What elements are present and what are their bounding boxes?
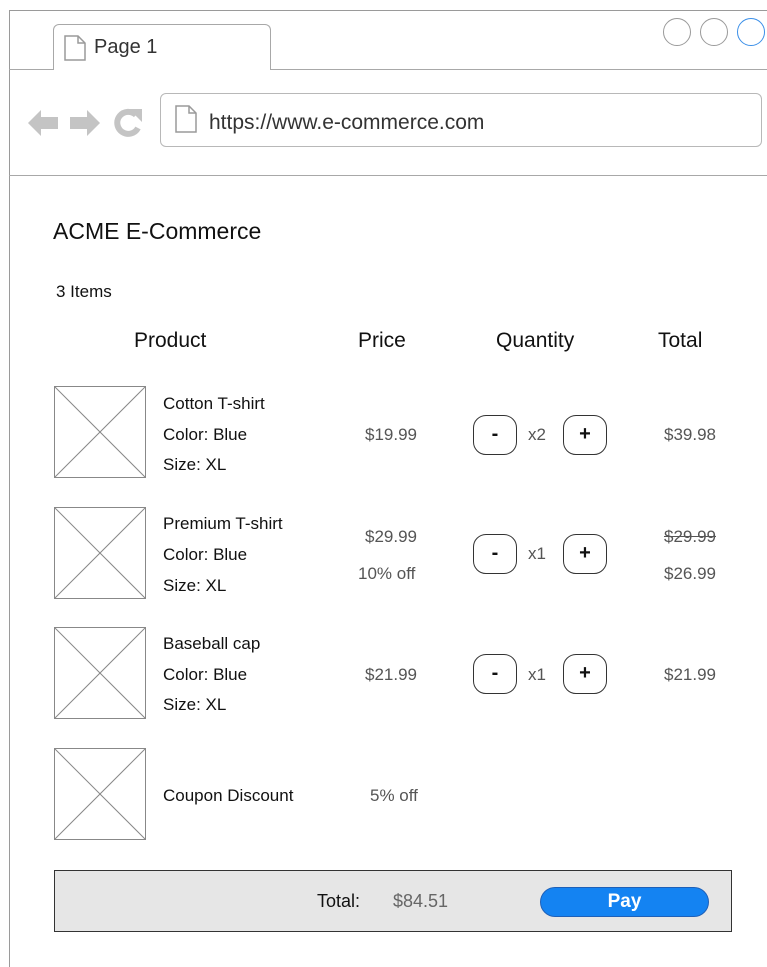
column-header-product: Product xyxy=(134,329,207,352)
product-price: $21.99 xyxy=(365,665,417,684)
item-count: 3 Items xyxy=(56,282,112,301)
product-image-placeholder xyxy=(54,386,146,478)
browser-tab[interactable]: Page 1 xyxy=(53,24,271,70)
column-header-price: Price xyxy=(358,329,406,352)
page-icon xyxy=(64,35,86,61)
product-color: Color: Blue xyxy=(163,545,248,564)
increment-quantity-button[interactable]: + xyxy=(563,415,607,455)
coupon-image-placeholder xyxy=(54,748,146,840)
product-size: Size: XL xyxy=(163,455,227,474)
product-size: Size: XL xyxy=(163,576,227,595)
column-header-total: Total xyxy=(658,329,703,352)
total-label: Total: xyxy=(317,891,361,911)
window-frame-top xyxy=(9,10,767,11)
quantity-value: x2 xyxy=(528,425,546,444)
increment-quantity-button[interactable]: + xyxy=(563,534,607,574)
quantity-value: x1 xyxy=(528,544,546,563)
coupon-name: Coupon Discount xyxy=(163,786,294,805)
product-name: Premium T-shirt xyxy=(163,514,283,533)
line-total: $39.98 xyxy=(664,425,716,444)
url-text[interactable]: https://www.e-commerce.com xyxy=(209,111,484,135)
product-image-placeholder xyxy=(54,627,146,719)
decrement-quantity-button[interactable]: - xyxy=(473,415,517,455)
tab-baseline xyxy=(9,69,54,70)
product-image-placeholder xyxy=(54,507,146,599)
window-frame-left xyxy=(9,10,10,967)
page-icon xyxy=(175,105,197,133)
column-header-quantity: Quantity xyxy=(496,329,575,352)
product-name: Cotton T-shirt xyxy=(163,394,265,413)
product-size: Size: XL xyxy=(163,695,227,714)
pay-button[interactable]: Pay xyxy=(540,887,709,917)
window-minimize-button[interactable] xyxy=(663,18,691,46)
decrement-quantity-button[interactable]: - xyxy=(473,534,517,574)
total-value: $84.51 xyxy=(393,891,449,911)
increment-quantity-button[interactable]: + xyxy=(563,654,607,694)
product-color: Color: Blue xyxy=(163,425,248,444)
line-total: $26.99 xyxy=(664,564,716,583)
quantity-value: x1 xyxy=(528,665,546,684)
address-bar[interactable]: https://www.e-commerce.com xyxy=(160,93,762,147)
decrement-quantity-button[interactable]: - xyxy=(473,654,517,694)
original-line-total: $29.99 xyxy=(664,527,716,546)
product-price: $29.99 xyxy=(365,527,417,546)
tab-baseline xyxy=(270,69,767,70)
chrome-divider xyxy=(9,175,767,176)
tab-title: Page 1 xyxy=(94,36,158,58)
product-color: Color: Blue xyxy=(163,665,248,684)
window-maximize-button[interactable] xyxy=(700,18,728,46)
refresh-icon[interactable] xyxy=(112,106,146,140)
checkout-bar: Total: $84.51 Pay xyxy=(54,870,732,932)
forward-arrow-icon[interactable] xyxy=(68,106,102,140)
product-name: Baseball cap xyxy=(163,634,261,653)
back-arrow-icon[interactable] xyxy=(26,106,60,140)
coupon-discount: 5% off xyxy=(370,786,418,805)
product-discount: 10% off xyxy=(358,564,416,583)
product-price: $19.99 xyxy=(365,425,417,444)
window-close-button[interactable] xyxy=(737,18,765,46)
line-total: $21.99 xyxy=(664,665,716,684)
page-title: ACME E-Commerce xyxy=(53,218,262,244)
